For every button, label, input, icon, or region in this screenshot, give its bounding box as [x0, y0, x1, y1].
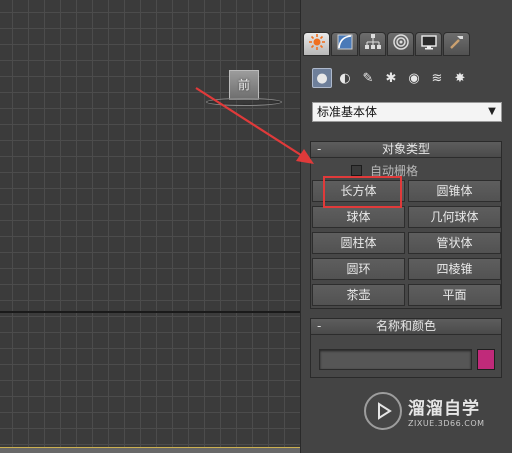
viewport-front[interactable]: 前 [0, 0, 300, 453]
viewport-bottom-border [0, 447, 300, 453]
teapot-button[interactable]: 茶壶 [312, 284, 405, 306]
object-type-rollout: - 对象类型 自动栅格 长方体 圆锥体 球体 几何球体 圆柱体 管状体 圆环 四… [310, 141, 502, 309]
cone-button[interactable]: 圆锥体 [408, 180, 501, 202]
name-color-title: 名称和颜色 [375, 319, 436, 333]
rollout-toggle[interactable]: - [317, 319, 321, 334]
modify-icon [336, 33, 354, 55]
command-panel-tabs [303, 32, 470, 56]
autogrid-label: 自动栅格 [370, 164, 419, 178]
chevron-down-icon[interactable]: ▼ [483, 103, 501, 121]
object-color-swatch[interactable] [477, 349, 495, 370]
display-icon [420, 33, 438, 55]
subcategory-geometry[interactable]: ● [312, 68, 332, 88]
tab-display[interactable] [415, 32, 442, 56]
spacewarps-icon: ≋ [431, 70, 443, 86]
motion-icon [392, 33, 410, 55]
category-dropdown[interactable]: 标准基本体 ▼ [312, 102, 502, 122]
rollout-toggle[interactable]: - [317, 142, 321, 157]
tab-hierarchy[interactable] [359, 32, 386, 56]
create-icon [308, 33, 326, 55]
viewcube[interactable]: 前 [229, 70, 259, 100]
helpers-icon: ◉ [408, 70, 420, 86]
sphere-button[interactable]: 球体 [312, 206, 405, 228]
tab-utilities[interactable] [443, 32, 470, 56]
cylinder-button[interactable]: 圆柱体 [312, 232, 405, 254]
watermark-brand: 溜溜自学 [408, 399, 480, 419]
box-button[interactable]: 长方体 [312, 180, 405, 202]
create-subcategories: ● ◐ ✎ ✱ ◉ ≋ ✸ [312, 68, 470, 88]
hierarchy-icon [364, 33, 382, 55]
autogrid-row[interactable]: 自动栅格 [351, 162, 418, 179]
play-logo-icon [364, 392, 402, 430]
watermark-url: ZIXUE.3D66.COM [408, 419, 485, 428]
category-dropdown-value: 标准基本体 [317, 105, 378, 119]
viewcube-ring[interactable] [206, 98, 282, 106]
plane-button[interactable]: 平面 [408, 284, 501, 306]
tab-create[interactable] [303, 32, 330, 56]
tube-button[interactable]: 管状体 [408, 232, 501, 254]
tab-motion[interactable] [387, 32, 414, 56]
subcategory-systems[interactable]: ✸ [450, 68, 470, 88]
viewport-axis-line [0, 311, 300, 313]
cameras-icon: ✱ [385, 70, 397, 86]
geosphere-button[interactable]: 几何球体 [408, 206, 501, 228]
name-color-rollout: - 名称和颜色 [310, 318, 502, 378]
torus-button[interactable]: 圆环 [312, 258, 405, 280]
object-type-header[interactable]: - 对象类型 [311, 142, 501, 158]
subcategory-shapes[interactable]: ◐ [335, 68, 355, 88]
subcategory-spacewarps[interactable]: ≋ [427, 68, 447, 88]
tab-modify[interactable] [331, 32, 358, 56]
pyramid-button[interactable]: 四棱锥 [408, 258, 501, 280]
systems-icon: ✸ [454, 70, 466, 86]
watermark: 溜溜自学 ZIXUE.3D66.COM [364, 392, 485, 430]
shapes-icon: ◐ [339, 70, 351, 86]
lights-icon: ✎ [362, 70, 374, 86]
geometry-icon: ● [316, 70, 328, 86]
object-name-field[interactable] [319, 349, 472, 370]
subcategory-cameras[interactable]: ✱ [381, 68, 401, 88]
utilities-icon [448, 33, 466, 55]
object-type-title: 对象类型 [381, 142, 430, 156]
name-color-header[interactable]: - 名称和颜色 [311, 319, 501, 335]
autogrid-checkbox[interactable] [351, 165, 362, 176]
subcategory-lights[interactable]: ✎ [358, 68, 378, 88]
subcategory-helpers[interactable]: ◉ [404, 68, 424, 88]
